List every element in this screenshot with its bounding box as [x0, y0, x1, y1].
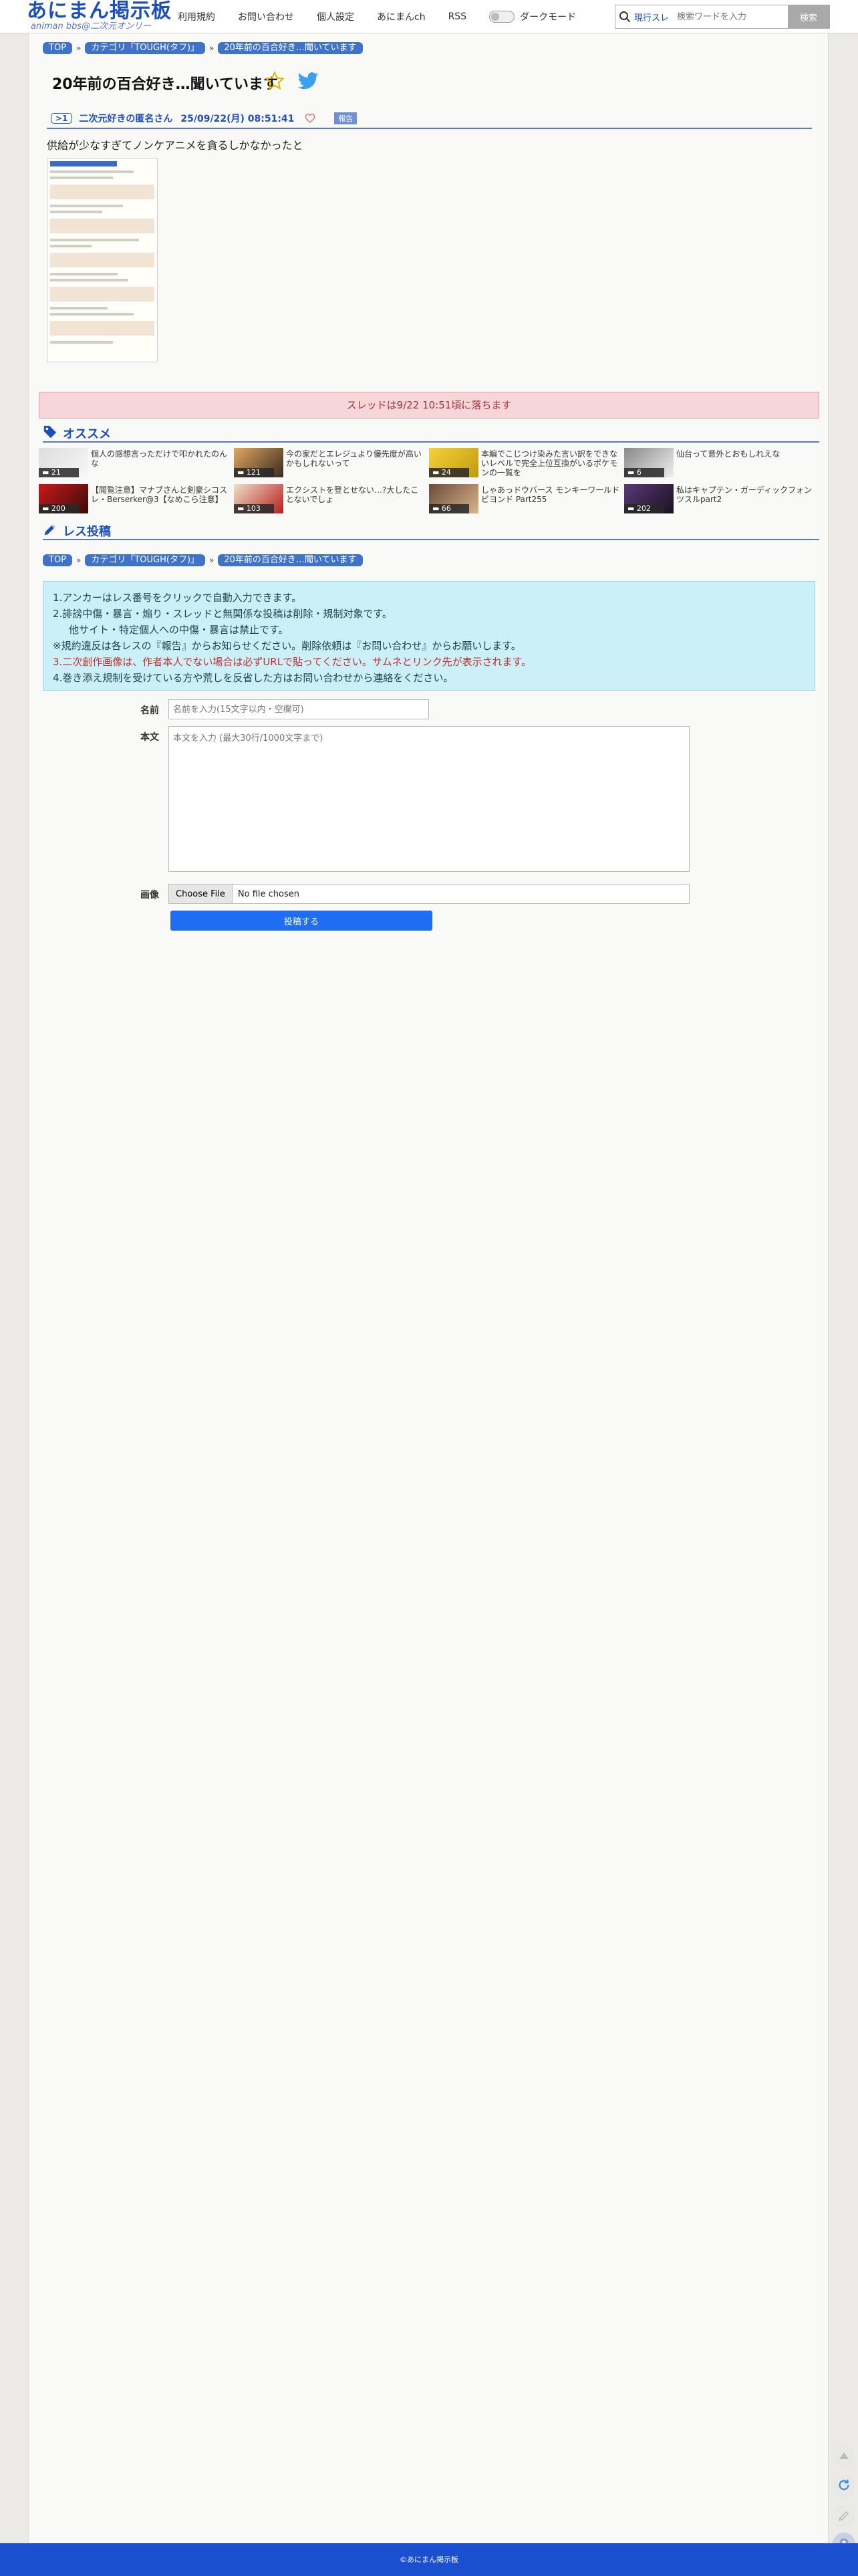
report-button[interactable]: 報告 [334, 112, 358, 124]
res-number[interactable]: >1 [51, 113, 73, 124]
heart-icon[interactable] [305, 113, 315, 124]
card-comment-count: ▬ 66 [429, 504, 469, 513]
recommend-card[interactable]: ▬ 202 私はキャプテン・ガーディックフォンツスルpart2 [624, 484, 818, 513]
card-comment-count: ▬ 202 [624, 504, 664, 513]
image-label: 画像 [140, 890, 159, 901]
tag-icon [43, 425, 57, 442]
card-title: 私はキャプテン・ガーディックフォンツスルpart2 [676, 485, 813, 504]
card-comment-count: ▬ 200 [39, 504, 79, 513]
card-title: しゃあっドウバース モンキーワールドビヨンド Part255 [481, 485, 620, 504]
body-label: 本文 [140, 732, 159, 743]
reload-icon [837, 2478, 851, 2495]
breadcrumb-top[interactable]: TOP [43, 554, 73, 566]
card-title: エクシストを登とせない…?大したことないでしょ [286, 485, 419, 504]
rule-line: ※規約違反は各レスの『報告』からお知らせください。削除依頼は『お問い合わせ』から… [53, 640, 521, 652]
breadcrumb-category[interactable]: カテゴリ「TOUGH(タフ)」 [85, 554, 206, 566]
nav-settings[interactable]: 個人設定 [317, 10, 354, 23]
card-comment-count: ▬ 6 [624, 468, 664, 477]
breadcrumb-separator: » [76, 43, 82, 53]
recommend-card[interactable]: ▬ 21 個人の感想言っただけで叩かれたのんな [39, 448, 233, 477]
recommend-title: オススメ [63, 427, 111, 441]
arrow-up-icon [839, 2450, 849, 2462]
recommend-card[interactable]: ▬ 121 今の家だとエレジュより優先度が高いかもしれないって [234, 448, 428, 477]
post-date: 25/09/22(月) 08:51:41 [180, 114, 295, 124]
file-status: No file chosen [237, 889, 299, 899]
image-file-input[interactable]: Choose File No file chosen [168, 884, 690, 904]
post-header: >1 二次元好きの匿名さん 25/09/22(月) 08:51:41 報告 [47, 109, 812, 129]
card-comment-count: ▬ 21 [39, 468, 79, 477]
poster-name: 二次元好きの匿名さん [79, 114, 173, 124]
nav-rss[interactable]: RSS [448, 11, 467, 22]
toggle-knob [491, 13, 500, 21]
footer: ©あにまん掲示板 [0, 2543, 858, 2576]
breadcrumb-top[interactable]: TOP [43, 42, 73, 54]
rule-line: 4.巻き添え規制を受けている方や荒しを反省した方はお問い合わせから連絡をください… [53, 672, 454, 684]
main-nav: 利用規約 お問い合わせ 個人設定 あにまんch RSS ダークモード [178, 9, 576, 24]
search-input[interactable] [674, 7, 778, 27]
nav-contact[interactable]: お問い合わせ [238, 10, 294, 23]
thread-title: 20年前の百合好き…聞いています [52, 76, 278, 93]
card-title: 【閲覧注意】マナブさんと剣豪シコスレ・Berserker@3【なめこら注意】 [91, 485, 228, 504]
search-box: 現行スレ 検索 [615, 5, 830, 29]
card-title: 今の家だとエレジュより優先度が高いかもしれないって [286, 449, 422, 468]
top-bar: あにまん掲示板 animan bbs@二次元オンリー 利用規約 お問い合わせ 個… [0, 0, 858, 33]
dark-mode-toggle[interactable] [489, 11, 515, 23]
recommend-card[interactable]: ▬ 24 本編でこじつけ染みた言い訳をできないレベルで完全上位互換がいるポケモン… [429, 448, 623, 477]
favorite-star-icon[interactable] [265, 71, 285, 94]
site-logo[interactable]: あにまん掲示板 animan bbs@二次元オンリー [27, 1, 172, 33]
rule-line: 3.二次創作画像は、作者本人でない場合は必ずURLで貼ってください。サムネとリン… [53, 656, 532, 668]
body-field[interactable] [168, 726, 690, 872]
pencil-icon [43, 522, 57, 540]
search-button[interactable]: 検索 [788, 5, 829, 28]
write-button[interactable] [833, 2506, 855, 2529]
rule-line: 他サイト・特定個人への中傷・暴言は禁止です。 [69, 624, 289, 636]
post-body: 供給が少なすぎてノンケアニメを貪るしかなかったと [47, 139, 303, 152]
recommend-card[interactable]: ▬ 103 エクシストを登とせない…?大したことないでしょ [234, 484, 428, 513]
dark-mode-label: ダークモード [520, 12, 577, 23]
recommend-card[interactable]: ▬ 66 しゃあっドウバース モンキーワールドビヨンド Part255 [429, 484, 623, 513]
card-comment-count: ▬ 121 [234, 468, 274, 477]
breadcrumb-separator: » [209, 43, 214, 53]
breadcrumb-thread[interactable]: 20年前の百合好き…聞いています [218, 554, 363, 566]
nav-terms[interactable]: 利用規約 [178, 10, 215, 23]
name-field[interactable] [168, 699, 429, 719]
name-label: 名前 [140, 705, 159, 716]
thread-expiry-notice: スレッドは9/22 10:51頃に落ちます [39, 392, 819, 419]
search-icon [615, 5, 634, 28]
posting-rules: 1.アンカーはレス番号をクリックで自動入力できます。 2.誹謗中傷・暴言・煽り・… [43, 581, 815, 691]
logo-text: あにまん掲示板 [27, 0, 172, 23]
scroll-top-button[interactable] [833, 2444, 855, 2467]
breadcrumb-separator: » [76, 556, 82, 565]
twitter-icon[interactable] [297, 72, 319, 94]
submit-button[interactable]: 投稿する [170, 911, 432, 931]
search-scope[interactable]: 現行スレ [634, 11, 669, 23]
rule-line: 1.アンカーはレス番号をクリックで自動入力できます。 [53, 592, 302, 604]
page-column [28, 0, 829, 2576]
choose-file-button[interactable]: Choose File [169, 885, 233, 903]
breadcrumb: TOP » カテゴリ「TOUGH(タフ)」 » 20年前の百合好き…聞いています [43, 554, 363, 567]
card-title: 本編でこじつけ染みた言い訳をできないレベルで完全上位互換がいるポケモンの一覧を [481, 449, 618, 477]
breadcrumb-category[interactable]: カテゴリ「TOUGH(タフ)」 [85, 42, 206, 54]
breadcrumb-thread[interactable]: 20年前の百合好き…聞いています [218, 42, 363, 54]
recommend-card[interactable]: ▬ 200 【閲覧注意】マナブさんと剣豪シコスレ・Berserker@3【なめこ… [39, 484, 233, 513]
recommend-card[interactable]: ▬ 6 仙台って意外とおもしれえな [624, 448, 818, 477]
card-comment-count: ▬ 24 [429, 468, 469, 477]
reply-heading: レス投稿 [43, 523, 819, 540]
breadcrumb: TOP » カテゴリ「TOUGH(タフ)」 » 20年前の百合好き…聞いています [43, 41, 363, 55]
card-title: 個人の感想言っただけで叩かれたのんな [91, 449, 228, 468]
reply-title: レス投稿 [63, 525, 111, 539]
card-comment-count: ▬ 103 [234, 504, 274, 513]
post-image-thumbnail[interactable] [47, 158, 158, 362]
logo-subtitle: animan bbs@二次元オンリー [31, 21, 152, 31]
card-title: 仙台って意外とおもしれえな [676, 449, 780, 459]
edit-icon [837, 2509, 851, 2525]
nav-animanch[interactable]: あにまんch [377, 10, 426, 23]
rule-line: 2.誹謗中傷・暴言・煽り・スレッドと無関係な投稿は削除・規制対象です。 [53, 608, 392, 620]
reload-button[interactable] [833, 2475, 855, 2498]
breadcrumb-separator: » [209, 556, 214, 565]
recommend-heading: オススメ [43, 425, 819, 443]
